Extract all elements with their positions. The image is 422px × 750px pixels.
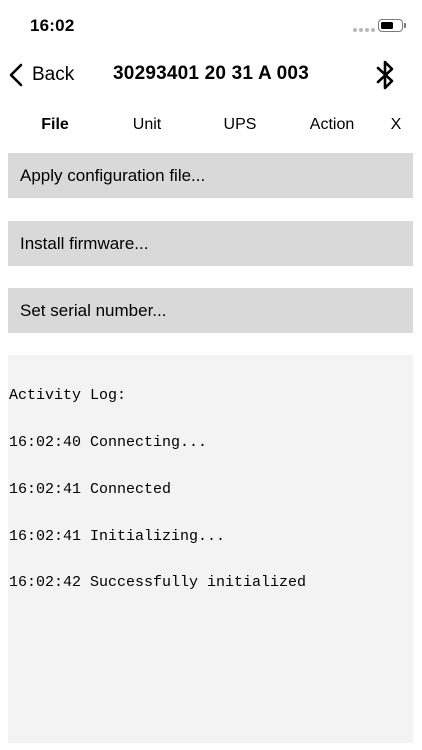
status-bar: 16:02 bbox=[0, 0, 422, 50]
log-line: 16:02:41 Initializing... bbox=[9, 527, 226, 545]
tab-bar: File Unit UPS Action X bbox=[0, 112, 422, 140]
tab-ups[interactable]: UPS bbox=[224, 116, 257, 134]
activity-log-title: Activity Log: bbox=[9, 387, 127, 405]
cellular-signal-icon bbox=[353, 28, 375, 32]
chevron-left-icon bbox=[9, 63, 23, 87]
bluetooth-button[interactable] bbox=[373, 58, 399, 92]
back-button[interactable]: Back bbox=[8, 60, 74, 90]
tab-x[interactable]: X bbox=[391, 116, 402, 134]
battery-cap bbox=[404, 23, 406, 28]
activity-log[interactable]: Activity Log: 16:02:40 Connecting... 16:… bbox=[8, 355, 413, 743]
install-firmware-button[interactable]: Install firmware... bbox=[8, 221, 413, 266]
set-serial-number-button[interactable]: Set serial number... bbox=[8, 288, 413, 333]
tab-unit[interactable]: Unit bbox=[133, 116, 161, 134]
back-label: Back bbox=[32, 64, 75, 85]
battery-icon bbox=[378, 19, 403, 32]
apply-configuration-file-button[interactable]: Apply configuration file... bbox=[8, 153, 413, 198]
log-line: 16:02:41 Connected bbox=[9, 480, 172, 498]
tab-action[interactable]: Action bbox=[310, 116, 354, 134]
status-time: 16:02 bbox=[30, 16, 75, 35]
bluetooth-icon bbox=[376, 60, 394, 90]
log-line: 16:02:40 Connecting... bbox=[9, 433, 208, 451]
tab-file[interactable]: File bbox=[41, 116, 69, 134]
log-line: 16:02:42 Successfully initialized bbox=[9, 574, 307, 592]
navigation-bar: 30293401 20 31 A 003 Back bbox=[0, 50, 422, 100]
